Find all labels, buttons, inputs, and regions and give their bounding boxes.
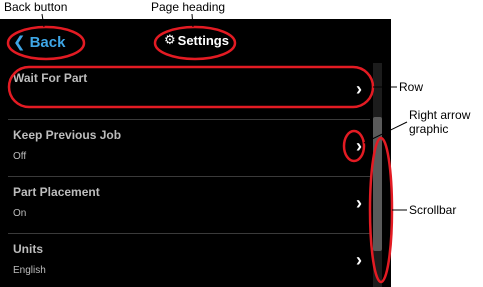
- settings-list: Wait For Part › Keep Previous Job Off › …: [0, 63, 370, 287]
- chevron-left-icon: ❮: [13, 34, 26, 51]
- callout-right-arrow: Right arrow: [409, 108, 471, 122]
- row-title: Part Placement: [13, 185, 100, 199]
- page-title: Settings: [177, 32, 229, 48]
- chevron-right-icon: ›: [356, 79, 362, 99]
- row-part-placement[interactable]: Part Placement On ›: [8, 177, 370, 234]
- callout-right-arrow-line2: graphic: [409, 122, 449, 136]
- scrollbar[interactable]: [373, 63, 382, 287]
- row-value: English: [13, 265, 46, 276]
- chevron-right-icon: ›: [356, 136, 362, 156]
- callout-row: Row: [399, 80, 424, 94]
- top-bar: ❮ Back ⚙ Settings: [0, 19, 391, 63]
- row-title: Wait For Part: [13, 71, 88, 85]
- back-button-label: Back: [29, 33, 66, 51]
- row-keep-previous-job[interactable]: Keep Previous Job Off ›: [8, 120, 370, 177]
- scrollbar-thumb[interactable]: [373, 117, 382, 251]
- callout-back-button: Back button: [4, 0, 68, 14]
- row-units[interactable]: Units English ›: [8, 234, 370, 287]
- row-value: On: [13, 208, 27, 219]
- settings-screen: ❮ Back ⚙ Settings Wait For Part › Keep P…: [0, 19, 391, 287]
- page-heading: ⚙ Settings: [164, 32, 229, 48]
- row-wait-for-part[interactable]: Wait For Part ›: [8, 63, 370, 120]
- callout-scrollbar: Scrollbar: [409, 203, 457, 217]
- row-title: Units: [13, 242, 43, 256]
- row-value: Off: [13, 151, 27, 162]
- back-button[interactable]: ❮ Back: [9, 31, 71, 53]
- callout-page-heading: Page heading: [151, 0, 226, 14]
- chevron-right-icon: ›: [356, 193, 362, 213]
- row-title: Keep Previous Job: [13, 128, 122, 142]
- chevron-right-icon: ›: [356, 250, 362, 270]
- gear-icon: ⚙: [164, 32, 176, 47]
